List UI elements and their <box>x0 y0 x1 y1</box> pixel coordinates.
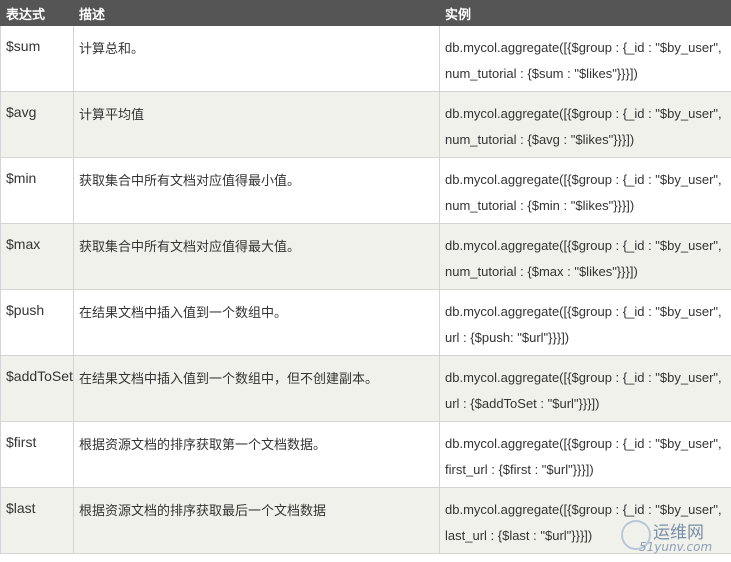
table-row: $push 在结果文档中插入值到一个数组中。 db.mycol.aggregat… <box>0 289 731 356</box>
table-row: $sum 计算总和。 db.mycol.aggregate([{$group :… <box>0 25 731 92</box>
example-line-2: url : {$push: "$url"}}}]) <box>445 330 570 345</box>
example-cell: db.mycol.aggregate([{$group : {_id : "$b… <box>439 91 731 158</box>
description-cell: 在结果文档中插入值到一个数组中。 <box>73 289 440 356</box>
example-cell: db.mycol.aggregate([{$group : {_id : "$b… <box>439 157 731 224</box>
description-cell: 获取集合中所有文档对应值得最大值。 <box>73 223 440 290</box>
header-expression: 表达式 <box>0 0 74 26</box>
example-line-2: url : {$addToSet : "$url"}}}]) <box>445 396 600 411</box>
description-cell: 获取集合中所有文档对应值得最小值。 <box>73 157 440 224</box>
description-cell: 计算总和。 <box>73 25 440 92</box>
example-cell: db.mycol.aggregate([{$group : {_id : "$b… <box>439 223 731 290</box>
example-cell: db.mycol.aggregate([{$group : {_id : "$b… <box>439 289 731 356</box>
example-cell: db.mycol.aggregate([{$group : {_id : "$b… <box>439 25 731 92</box>
description-cell: 计算平均值 <box>73 91 440 158</box>
example-cell: db.mycol.aggregate([{$group : {_id : "$b… <box>439 355 731 422</box>
expression-cell: $sum <box>0 25 74 92</box>
example-line-1: db.mycol.aggregate([{$group : {_id : "$b… <box>445 370 722 385</box>
example-line-1: db.mycol.aggregate([{$group : {_id : "$b… <box>445 40 722 55</box>
example-line-2: num_tutorial : {$sum : "$likes"}}}]) <box>445 66 638 81</box>
header-description: 描述 <box>73 0 440 26</box>
example-line-2: first_url : {$first : "$url"}}}]) <box>445 462 594 477</box>
description-cell: 根据资源文档的排序获取第一个文档数据。 <box>73 421 440 488</box>
expression-cell: $avg <box>0 91 74 158</box>
watermark-url: 51yunv.com <box>639 540 713 554</box>
description-cell: 根据资源文档的排序获取最后一个文档数据 <box>73 487 440 554</box>
expression-cell: $first <box>0 421 74 488</box>
expression-cell: $last <box>0 487 74 554</box>
example-line-1: db.mycol.aggregate([{$group : {_id : "$b… <box>445 106 722 121</box>
example-cell: db.mycol.aggregate([{$group : {_id : "$b… <box>439 421 731 488</box>
example-line-2: num_tutorial : {$min : "$likes"}}}]) <box>445 198 635 213</box>
example-line-1: db.mycol.aggregate([{$group : {_id : "$b… <box>445 436 722 451</box>
table-row: $avg 计算平均值 db.mycol.aggregate([{$group :… <box>0 91 731 158</box>
example-line-2: num_tutorial : {$max : "$likes"}}}]) <box>445 264 638 279</box>
table-row: $min 获取集合中所有文档对应值得最小值。 db.mycol.aggregat… <box>0 157 731 224</box>
example-line-1: db.mycol.aggregate([{$group : {_id : "$b… <box>445 304 722 319</box>
expression-cell: $max <box>0 223 74 290</box>
example-line-1: db.mycol.aggregate([{$group : {_id : "$b… <box>445 502 722 517</box>
aggregate-expressions-table: 表达式 描述 实例 $sum 计算总和。 db.mycol.aggregate(… <box>0 0 731 554</box>
expression-cell: $push <box>0 289 74 356</box>
header-example: 实例 <box>439 0 731 26</box>
example-line-2: last_url : {$last : "$url"}}}]) <box>445 528 593 543</box>
site-watermark: 运维网 51yunv.com <box>617 516 727 558</box>
header-row: 表达式 描述 实例 <box>0 0 731 26</box>
table-row: $first 根据资源文档的排序获取第一个文档数据。 db.mycol.aggr… <box>0 421 731 488</box>
table-row: $max 获取集合中所有文档对应值得最大值。 db.mycol.aggregat… <box>0 223 731 290</box>
example-line-1: db.mycol.aggregate([{$group : {_id : "$b… <box>445 238 722 253</box>
expression-cell: $addToSet <box>0 355 74 422</box>
example-line-1: db.mycol.aggregate([{$group : {_id : "$b… <box>445 172 722 187</box>
expression-cell: $min <box>0 157 74 224</box>
example-line-2: num_tutorial : {$avg : "$likes"}}}]) <box>445 132 635 147</box>
description-cell: 在结果文档中插入值到一个数组中，但不创建副本。 <box>73 355 440 422</box>
table-row: $addToSet 在结果文档中插入值到一个数组中，但不创建副本。 db.myc… <box>0 355 731 422</box>
